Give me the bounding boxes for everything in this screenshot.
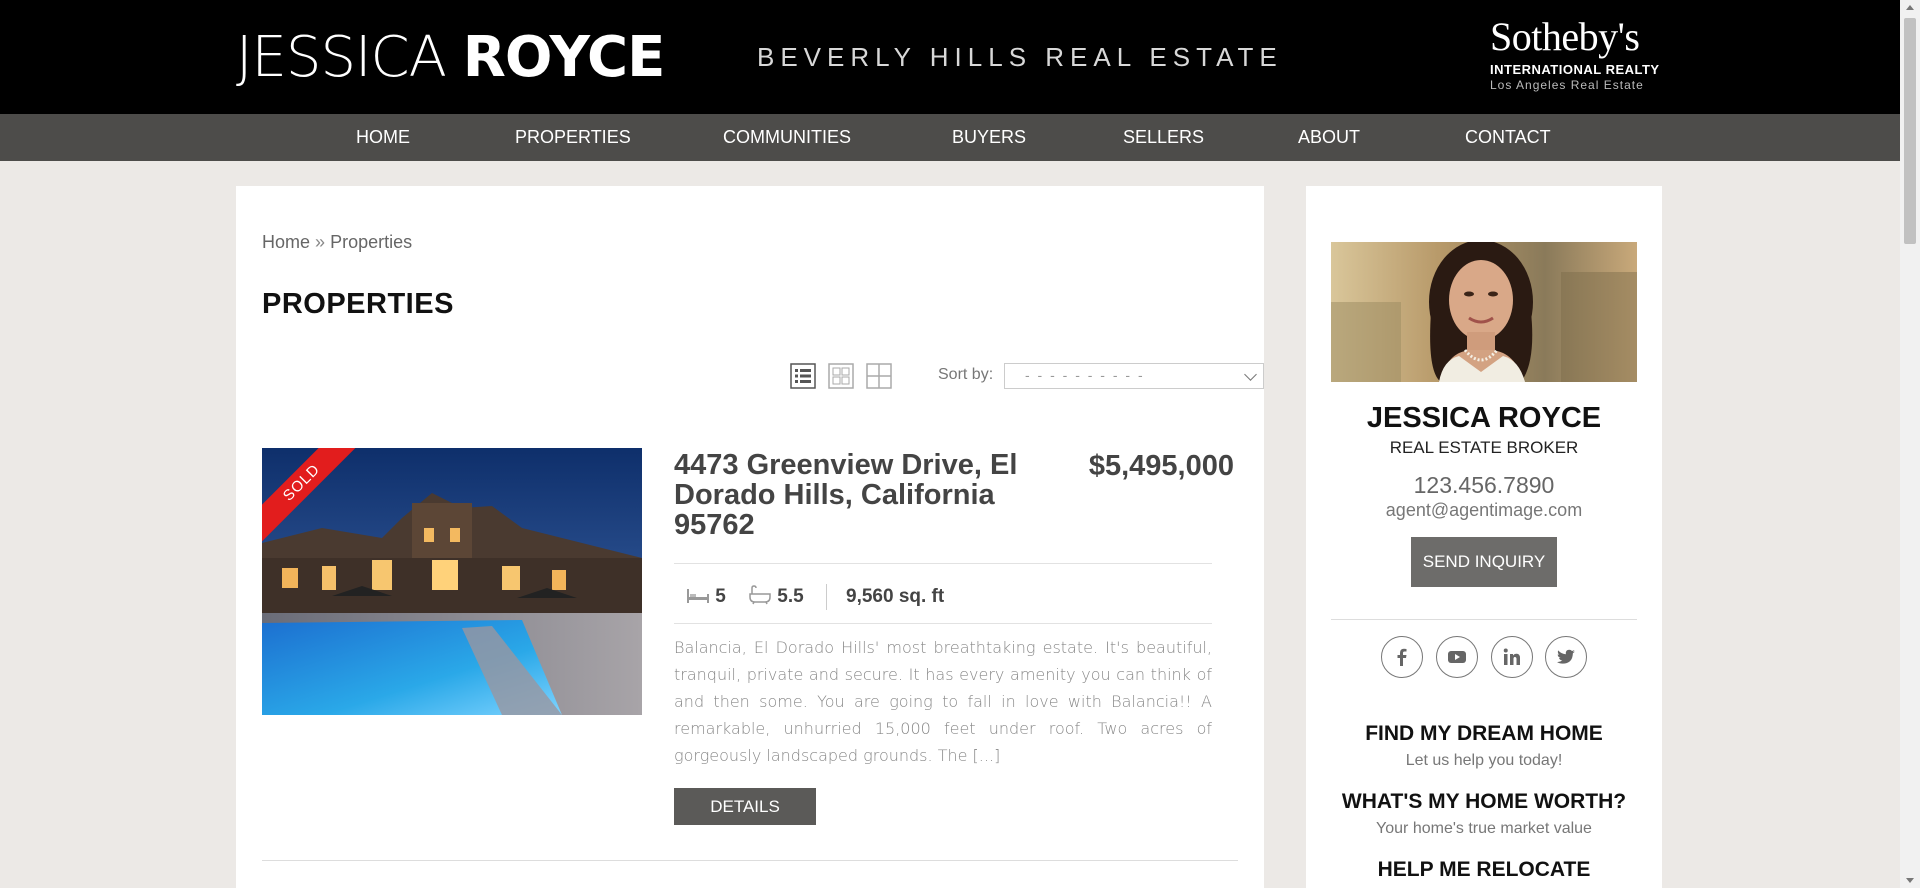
specs-separator xyxy=(826,584,827,610)
sqft-spec: 9,560 sq. ft xyxy=(846,586,945,607)
list-view-icon[interactable] xyxy=(790,363,816,389)
site-logo[interactable]: JESSICA ROYCE xyxy=(236,24,666,92)
breadcrumb: Home » Properties xyxy=(262,232,412,253)
property-image xyxy=(262,448,642,715)
nav-item-buyers[interactable]: BUYERS xyxy=(952,114,1026,161)
baths-count: 5.5 xyxy=(777,586,804,607)
cta-home-worth-subtitle: Your home's true market value xyxy=(1376,820,1592,837)
cta-relocate[interactable]: HELP ME RELOCATE xyxy=(1306,858,1662,882)
twitter-icon[interactable] xyxy=(1545,636,1587,678)
youtube-icon[interactable] xyxy=(1436,636,1478,678)
cta-home-worth[interactable]: WHAT'S MY HOME WORTH? xyxy=(1306,790,1662,814)
nav-item-home[interactable]: HOME xyxy=(356,114,410,161)
logo-last-name: ROYCE xyxy=(462,25,666,90)
agent-title: REAL ESTATE BROKER xyxy=(1389,438,1579,457)
nav-item-sellers[interactable]: SELLERS xyxy=(1123,114,1204,161)
brokerage-logo[interactable]: Sotheby's INTERNATIONAL REALTY Los Angel… xyxy=(1490,14,1662,93)
cta-find-dream-home[interactable]: FIND MY DREAM HOME xyxy=(1306,722,1662,746)
agent-name: JESSICA ROYCE xyxy=(1366,402,1602,434)
agent-photo xyxy=(1331,242,1637,382)
listing-excerpt: Balancia, El Dorado Hills' most breathta… xyxy=(674,638,1212,765)
bath-icon xyxy=(749,585,771,605)
scroll-down-icon[interactable] xyxy=(1906,878,1914,883)
beds-count: 5 xyxy=(715,586,726,607)
nav-item-properties[interactable]: PROPERTIES xyxy=(515,114,631,161)
agent-portrait xyxy=(1331,242,1637,382)
breadcrumb-current: Properties xyxy=(330,232,413,252)
listing-address[interactable]: 4473 Greenview Drive, El Dorado Hills, C… xyxy=(674,450,1034,540)
grid-view-icon[interactable] xyxy=(828,363,854,389)
scroll-up-icon[interactable] xyxy=(1906,5,1914,10)
beds-spec: 5 xyxy=(686,582,726,612)
cta-find-dream-home-subtitle: Let us help you today! xyxy=(1405,752,1563,769)
linkedin-icon[interactable] xyxy=(1491,636,1533,678)
listing-photo[interactable]: SOLD xyxy=(262,448,642,715)
map-view-icon[interactable] xyxy=(866,363,892,389)
brokerage-name: Sotheby's xyxy=(1490,14,1640,59)
logo-first-name: JESSICA xyxy=(236,25,447,90)
agent-phone[interactable]: 123.456.7890 xyxy=(1306,472,1662,499)
bed-icon xyxy=(687,589,709,603)
facebook-icon[interactable] xyxy=(1381,636,1423,678)
sort-select-value: - - - - - - - - - - xyxy=(1025,367,1145,383)
agent-sidebar: JESSICA ROYCE REAL ESTATE BROKER 123.456… xyxy=(1306,186,1662,888)
listing-separator xyxy=(262,860,1238,861)
sort-label: Sort by: xyxy=(938,366,994,383)
brokerage-subtitle: INTERNATIONAL REALTY xyxy=(1490,62,1660,77)
main-content: Home » Properties PROPERTIES Sort by: - … xyxy=(236,186,1264,888)
listing-divider xyxy=(674,563,1212,564)
nav-item-communities[interactable]: COMMUNITIES xyxy=(723,114,851,161)
page-title: PROPERTIES xyxy=(262,288,454,320)
site-header: JESSICA ROYCE BEVERLY HILLS REAL ESTATE … xyxy=(0,0,1900,114)
nav-item-about[interactable]: ABOUT xyxy=(1298,114,1360,161)
baths-spec: 5.5 xyxy=(748,582,804,612)
listing-divider xyxy=(674,623,1212,624)
main-nav: HOME PROPERTIES COMMUNITIES BUYERS SELLE… xyxy=(0,114,1900,161)
breadcrumb-home[interactable]: Home xyxy=(262,232,310,252)
sidebar-divider xyxy=(1331,619,1637,620)
nav-item-contact[interactable]: CONTACT xyxy=(1465,114,1551,161)
sort-select[interactable]: - - - - - - - - - - xyxy=(1004,363,1264,389)
page-scrollbar[interactable] xyxy=(1900,0,1920,888)
details-button[interactable]: DETAILS xyxy=(674,788,816,825)
chevron-down-icon xyxy=(1244,368,1257,381)
listing-price: $5,495,000 xyxy=(1088,450,1234,482)
site-tagline: BEVERLY HILLS REAL ESTATE xyxy=(757,42,1283,72)
scrollbar-thumb[interactable] xyxy=(1904,18,1916,244)
breadcrumb-separator: » xyxy=(315,232,326,252)
agent-email[interactable]: agent@agentimage.com xyxy=(1306,500,1662,521)
brokerage-region: Los Angeles Real Estate xyxy=(1490,78,1644,92)
send-inquiry-button[interactable]: SEND INQUIRY xyxy=(1411,537,1557,587)
